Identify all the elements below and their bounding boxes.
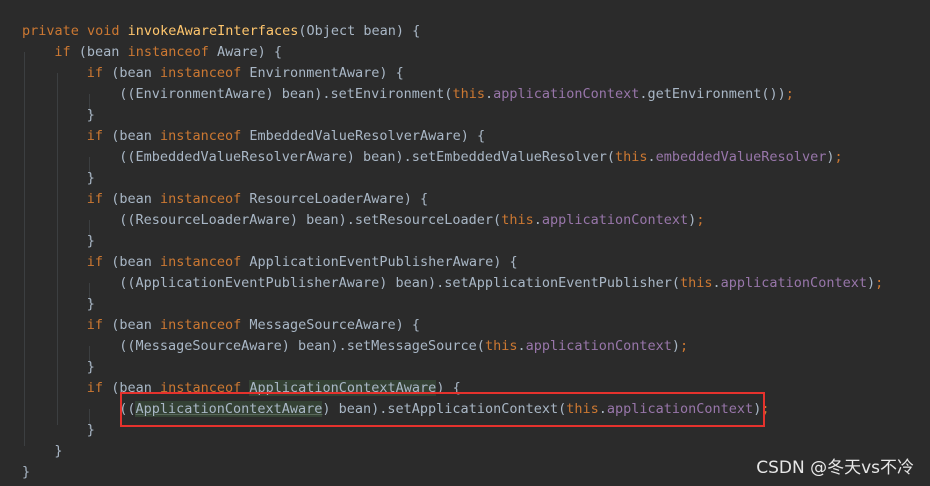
indent-guide — [57, 73, 58, 425]
code-token: } — [86, 107, 95, 123]
code-token: MessageSourceAware) { — [249, 317, 421, 333]
code-token: invokeAwareInterfaces — [127, 23, 299, 39]
code-token: . — [647, 149, 656, 165]
code-token: ((MessageSourceAware) bean).setMessageSo… — [119, 338, 485, 354]
code-token: ((ApplicationEventPublisherAware) bean).… — [119, 275, 680, 291]
code-token: if — [86, 191, 112, 207]
code-token: ((EnvironmentAware) bean).setEnvironment… — [119, 86, 453, 102]
code-token: (bean — [111, 65, 160, 81]
highlight-box — [120, 392, 765, 427]
code-token: } — [86, 170, 95, 186]
code-token: . — [712, 275, 721, 291]
code-token: (bean — [111, 254, 160, 270]
code-token: ResourceLoaderAware) { — [249, 191, 429, 207]
code-token: } — [54, 443, 63, 459]
code-token: ; — [696, 212, 705, 228]
code-line[interactable]: } — [87, 294, 95, 315]
code-line[interactable]: if (bean instanceof MessageSourceAware) … — [87, 315, 420, 336]
code-token: void — [87, 23, 128, 39]
code-line[interactable]: if (bean instanceof EnvironmentAware) { — [87, 63, 404, 84]
code-line[interactable]: } — [87, 420, 95, 441]
code-token: ) — [866, 275, 876, 291]
code-line[interactable]: if (bean instanceof ResourceLoaderAware)… — [87, 189, 428, 210]
code-line[interactable]: } — [87, 168, 95, 189]
code-token: ((EmbeddedValueResolverAware) bean).setE… — [119, 149, 615, 165]
code-token: ; — [834, 149, 843, 165]
code-token: ; — [785, 86, 794, 102]
code-token: ApplicationEventPublisherAware) { — [249, 254, 518, 270]
code-token: (bean — [111, 317, 160, 333]
code-token: applicationContext — [525, 338, 672, 354]
code-token: if — [54, 44, 79, 60]
code-token: if — [86, 254, 112, 270]
code-line[interactable]: } — [87, 231, 95, 252]
code-token: EmbeddedValueResolverAware) { — [249, 128, 486, 144]
code-token: applicationContext — [493, 86, 640, 102]
watermark: CSDN @冬天vs不冷 — [756, 458, 914, 478]
code-token: EnvironmentAware) { — [249, 65, 404, 81]
code-line[interactable]: if (bean instanceof EmbeddedValueResolve… — [87, 126, 485, 147]
code-line[interactable]: ((ApplicationEventPublisherAware) bean).… — [119, 273, 883, 294]
code-token: ((ResourceLoaderAware) bean).setResource… — [119, 212, 502, 228]
code-token: instanceof — [159, 317, 250, 333]
code-line[interactable]: if (bean instanceof ApplicationEventPubl… — [87, 252, 518, 273]
code-token: instanceof — [159, 128, 250, 144]
code-line[interactable]: if (bean instanceof Aware) { — [54, 42, 282, 63]
code-line[interactable]: } — [54, 441, 62, 462]
code-token: } — [86, 233, 95, 249]
code-token: (bean — [111, 191, 160, 207]
code-token: instanceof — [159, 254, 250, 270]
code-token: this — [452, 86, 485, 102]
code-token: if — [86, 317, 112, 333]
code-token: . — [517, 338, 526, 354]
code-token: private — [22, 23, 88, 39]
code-token: applicationContext — [541, 212, 689, 228]
code-token: this — [680, 275, 713, 291]
code-token: (bean — [78, 44, 128, 60]
code-token: } — [86, 422, 95, 438]
code-token: (bean — [111, 128, 160, 144]
code-token: .getEnvironment()) — [639, 86, 786, 102]
code-token: ; — [680, 338, 689, 354]
code-token: embeddedValueResolver — [655, 149, 827, 165]
code-token: (Object bean) { — [298, 23, 421, 39]
code-token: applicationContext — [720, 275, 867, 291]
code-token: } — [22, 464, 31, 480]
code-token: this — [501, 212, 534, 228]
code-line[interactable]: } — [22, 462, 30, 483]
code-token: instanceof — [159, 65, 250, 81]
code-line[interactable]: ((ResourceLoaderAware) bean).setResource… — [119, 210, 704, 231]
code-line[interactable]: } — [87, 105, 95, 126]
code-token: } — [86, 359, 95, 375]
code-token: Aware) { — [216, 44, 282, 60]
code-token: instanceof — [127, 44, 217, 60]
code-token: if — [86, 65, 112, 81]
code-line[interactable]: ((MessageSourceAware) bean).setMessageSo… — [119, 336, 688, 357]
code-line[interactable]: } — [87, 357, 95, 378]
code-token: this — [614, 149, 648, 165]
code-token: if — [86, 128, 112, 144]
code-token: this — [484, 338, 518, 354]
code-token: } — [86, 296, 95, 312]
code-token: . — [533, 212, 542, 228]
code-token: instanceof — [159, 191, 250, 207]
code-line[interactable]: ((EmbeddedValueResolverAware) bean).setE… — [119, 147, 842, 168]
code-token: if — [86, 380, 112, 396]
code-token: . — [484, 86, 494, 102]
indent-guide — [24, 52, 25, 446]
code-line[interactable]: ((EnvironmentAware) bean).setEnvironment… — [119, 84, 794, 105]
code-line[interactable]: private void invokeAwareInterfaces(Objec… — [22, 21, 420, 42]
code-token: ) — [671, 338, 681, 354]
code-token: ; — [875, 275, 884, 291]
code-editor[interactable]: private void invokeAwareInterfaces(Objec… — [0, 0, 930, 486]
